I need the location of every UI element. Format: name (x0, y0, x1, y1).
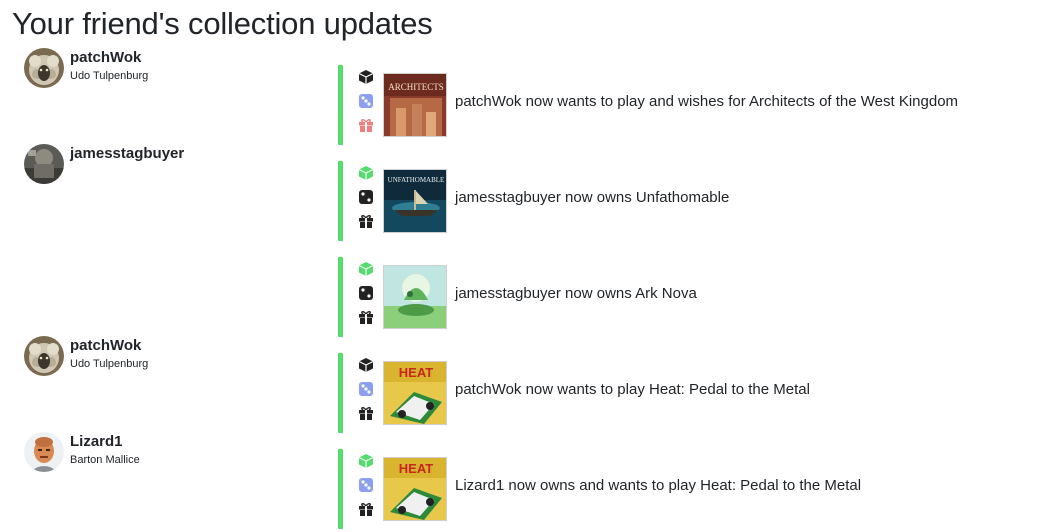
entry-text: Lizard1 now owns and wants to play Heat:… (455, 477, 862, 494)
cover-title: HEAT (399, 365, 433, 380)
update-entry: HEAT Lizard1 now owns and wants to play … (338, 449, 1028, 529)
update-entry: jamesstagbuyer now owns Ark Nova (338, 257, 1028, 337)
cube-icon (357, 68, 375, 86)
sheep-avatar[interactable] (24, 48, 64, 88)
page-title: Your friend's collection updates (12, 6, 433, 41)
gift-icon (357, 500, 375, 518)
entry-text: jamesstagbuyer now owns Unfathomable (455, 189, 730, 206)
entry-text: patchWok now wants to play and wishes fo… (455, 93, 959, 110)
gift-icon (357, 308, 375, 326)
username[interactable]: patchWok (70, 49, 141, 66)
dice-icon (357, 476, 375, 494)
status-bar (338, 353, 343, 433)
user-realname: Barton Mallice (70, 454, 140, 466)
heat-cover[interactable]: HEAT (383, 457, 447, 521)
status-bar (338, 257, 343, 337)
cube-icon (357, 356, 375, 374)
cover-title: ARCHITECTS (388, 82, 444, 92)
dice-icon (357, 284, 375, 302)
status-bar (338, 65, 343, 145)
user-realname: Udo Tulpenburg (70, 358, 149, 370)
unfathomable-cover[interactable]: UNFATHOMABLE (383, 169, 447, 233)
cube-icon (357, 164, 375, 182)
update-entry: ARCHITECTS patchWok now wants to play an… (338, 65, 1028, 145)
update-entry: UNFATHOMABLE jamesstagbuyer now owns Unf… (338, 161, 1028, 241)
sheep-avatar[interactable] (24, 336, 64, 376)
cover-title: UNFATHOMABLE (388, 176, 445, 184)
dice-icon (357, 92, 375, 110)
gift-icon (357, 404, 375, 422)
username[interactable]: patchWok (70, 337, 141, 354)
cube-icon (357, 260, 375, 278)
entry-text: jamesstagbuyer now owns Ark Nova (455, 285, 697, 302)
user-realname: Udo Tulpenburg (70, 70, 149, 82)
heat-cover[interactable]: HEAT (383, 361, 447, 425)
photo-avatar[interactable] (24, 144, 64, 184)
gift-icon (357, 212, 375, 230)
cover-title: HEAT (399, 461, 433, 476)
gift-icon (357, 116, 375, 134)
entry-text: patchWok now wants to play Heat: Pedal t… (455, 381, 810, 398)
cube-icon (357, 452, 375, 470)
character-avatar[interactable] (24, 432, 64, 472)
username[interactable]: Lizard1 (70, 433, 123, 450)
status-bar (338, 161, 343, 241)
username[interactable]: jamesstagbuyer (70, 145, 184, 162)
update-entry: HEAT patchWok now wants to play Heat: Pe… (338, 353, 1028, 433)
ark-nova-cover[interactable] (383, 265, 447, 329)
dice-icon (357, 188, 375, 206)
architects-cover[interactable]: ARCHITECTS (383, 73, 447, 137)
status-bar (338, 449, 343, 529)
dice-icon (357, 380, 375, 398)
